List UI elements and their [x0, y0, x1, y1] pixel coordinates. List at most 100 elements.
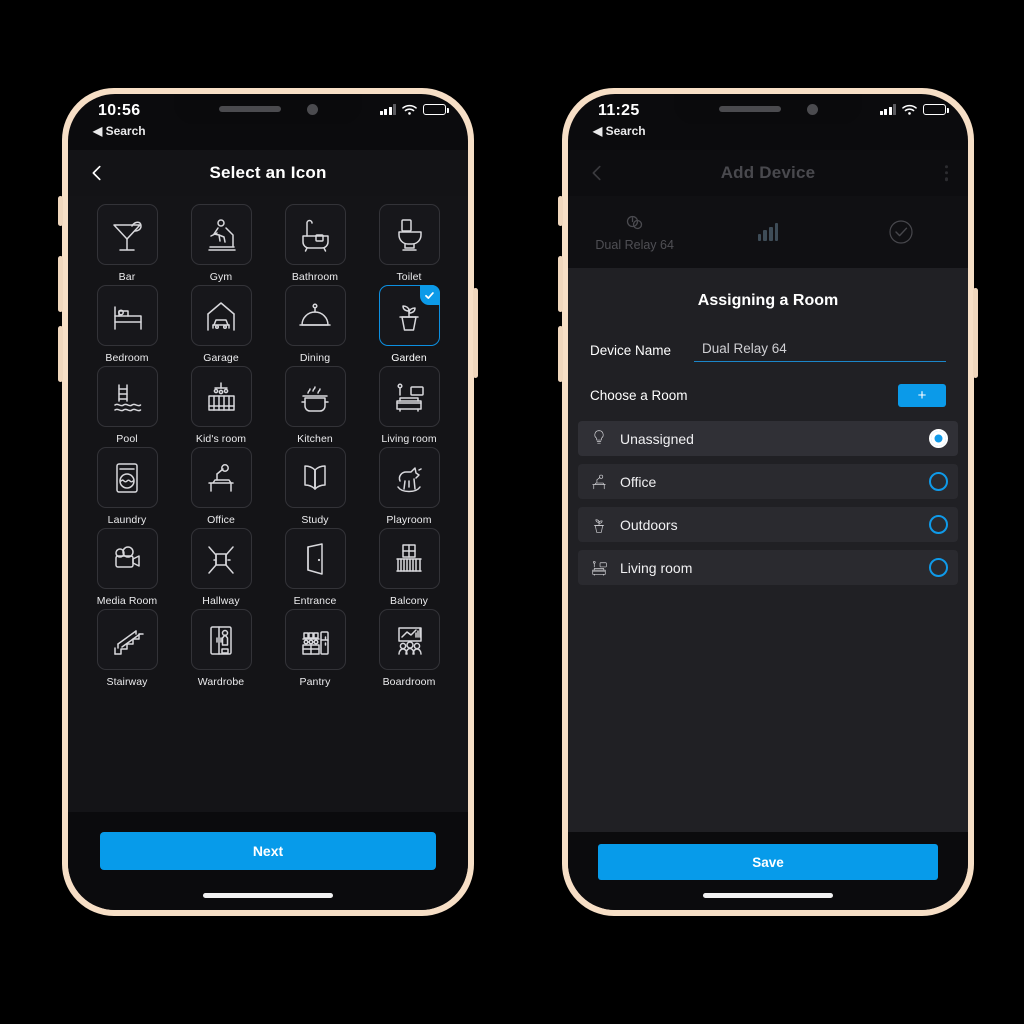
icon-option-pantry[interactable]: Pantry — [268, 609, 362, 688]
icon-option-office[interactable]: Office — [174, 447, 268, 526]
volume-down-right[interactable] — [558, 326, 563, 382]
icon-option-study[interactable]: Study — [268, 447, 362, 526]
icon-tile[interactable] — [378, 285, 440, 346]
battery-icon — [423, 104, 449, 115]
status-back-to-app[interactable]: ◀ Search — [593, 124, 646, 138]
status-back-to-app[interactable]: ◀ Search — [93, 124, 146, 138]
step-device[interactable]: Dual Relay 64 — [568, 196, 701, 268]
front-camera-icon — [806, 103, 818, 115]
room-item-outdoors[interactable]: Outdoors — [578, 507, 958, 542]
icon-option-kid-s-room[interactable]: Kid's room — [174, 366, 268, 445]
icon-grid-scroll-area[interactable]: Bar Gym Bathroom Toilet Bedroom Garage Dining G… — [68, 196, 468, 812]
icon-tile[interactable] — [96, 285, 158, 346]
icon-tile[interactable] — [378, 528, 440, 589]
silent-switch-right[interactable] — [558, 196, 563, 226]
bed-icon — [114, 305, 142, 330]
icon-option-toilet[interactable]: Toilet — [362, 204, 456, 283]
kebab-menu-icon[interactable] — [944, 165, 948, 181]
icon-tile[interactable] — [284, 528, 346, 589]
icon-tile[interactable] — [190, 204, 252, 265]
nav-bar-left: Select an Icon — [68, 150, 468, 196]
icon-option-media-room[interactable]: Media Room — [80, 528, 174, 607]
cellular-signal-icon — [879, 104, 896, 115]
icon-option-bathroom[interactable]: Bathroom — [268, 204, 362, 283]
icon-tile[interactable] — [284, 447, 346, 508]
icon-tile[interactable] — [190, 366, 252, 427]
icon-tile[interactable] — [378, 366, 440, 427]
back-button[interactable] — [586, 162, 608, 184]
icon-option-garden[interactable]: Garden — [362, 285, 456, 364]
icon-option-stairway[interactable]: Stairway — [80, 609, 174, 688]
choose-room-label: Choose a Room — [590, 388, 688, 403]
home-indicator[interactable] — [203, 893, 333, 898]
icon-tile[interactable] — [284, 609, 346, 670]
icon-option-playroom[interactable]: Playroom — [362, 447, 456, 526]
icon-tile[interactable] — [190, 609, 252, 670]
step-confirm[interactable] — [835, 196, 968, 268]
power-button-right[interactable] — [973, 288, 978, 378]
icon-option-garage[interactable]: Garage — [174, 285, 268, 364]
silent-switch-left[interactable] — [58, 196, 63, 226]
icon-option-kitchen[interactable]: Kitchen — [268, 366, 362, 445]
earpiece-speaker-icon — [718, 106, 781, 112]
icon-tile[interactable] — [96, 204, 158, 265]
icon-option-bar[interactable]: Bar — [80, 204, 174, 283]
cocktail-icon — [113, 221, 142, 251]
phone-left: 10:56 ◀ Search Select an Icon Bar Gym Bath… — [58, 88, 478, 916]
icon-tile[interactable] — [284, 285, 346, 346]
icon-option-label: Bathroom — [291, 271, 339, 283]
icon-option-label: Balcony — [389, 595, 429, 607]
stairs-icon — [114, 629, 144, 655]
icon-option-dining[interactable]: Dining — [268, 285, 362, 364]
icon-option-living-room[interactable]: Living room — [362, 366, 456, 445]
volume-up-left[interactable] — [58, 256, 63, 312]
icon-option-label: Garage — [203, 352, 239, 364]
icon-tile[interactable] — [190, 285, 252, 346]
icon-option-laundry[interactable]: Laundry — [80, 447, 174, 526]
icon-tile[interactable] — [378, 447, 440, 508]
icon-option-bedroom[interactable]: Bedroom — [80, 285, 174, 364]
step-signal[interactable] — [701, 196, 834, 268]
power-button-left[interactable] — [473, 288, 478, 378]
room-item-living-room[interactable]: Living room — [578, 550, 958, 585]
home-indicator[interactable] — [703, 893, 833, 898]
signal-bars-icon — [757, 223, 779, 241]
icon-tile[interactable] — [378, 204, 440, 265]
icon-option-pool[interactable]: Pool — [80, 366, 174, 445]
icon-tile[interactable] — [190, 447, 252, 508]
save-button[interactable]: Save — [598, 844, 938, 880]
icon-tile[interactable] — [190, 528, 252, 589]
icon-option-entrance[interactable]: Entrance — [268, 528, 362, 607]
icon-tile[interactable] — [96, 447, 158, 508]
add-room-button[interactable]: + — [898, 384, 946, 407]
phone-right: 11:25 ◀ Search Add Device Dual Relay 64 … — [558, 88, 978, 916]
assign-room-sheet: Assigning a Room Device Name Choose a Ro… — [568, 268, 968, 832]
icon-option-label: Gym — [209, 271, 233, 283]
icon-tile[interactable] — [96, 366, 158, 427]
room-radio[interactable] — [929, 515, 948, 534]
room-item-office[interactable]: Office — [578, 464, 958, 499]
icon-tile[interactable] — [96, 609, 158, 670]
room-radio[interactable] — [929, 558, 948, 577]
volume-up-right[interactable] — [558, 256, 563, 312]
icon-tile[interactable] — [96, 528, 158, 589]
volume-down-left[interactable] — [58, 326, 63, 382]
icon-tile[interactable] — [284, 204, 346, 265]
next-button[interactable]: Next — [100, 832, 436, 870]
icon-option-label: Laundry — [107, 514, 147, 526]
device-name-input[interactable] — [694, 338, 946, 362]
icon-option-wardrobe[interactable]: Wardrobe — [174, 609, 268, 688]
room-radio[interactable] — [929, 429, 948, 448]
room-item-unassigned[interactable]: Unassigned — [578, 421, 958, 456]
back-button[interactable] — [86, 162, 108, 184]
selected-check-icon — [419, 285, 440, 305]
icon-option-balcony[interactable]: Balcony — [362, 528, 456, 607]
icon-option-hallway[interactable]: Hallway — [174, 528, 268, 607]
room-radio[interactable] — [929, 472, 948, 491]
icon-option-gym[interactable]: Gym — [174, 204, 268, 283]
choose-room-row: Choose a Room + — [568, 368, 968, 417]
bottom-action-bar-right: Save — [568, 832, 968, 910]
icon-tile[interactable] — [378, 609, 440, 670]
icon-tile[interactable] — [284, 366, 346, 427]
icon-option-boardroom[interactable]: Boardroom — [362, 609, 456, 688]
